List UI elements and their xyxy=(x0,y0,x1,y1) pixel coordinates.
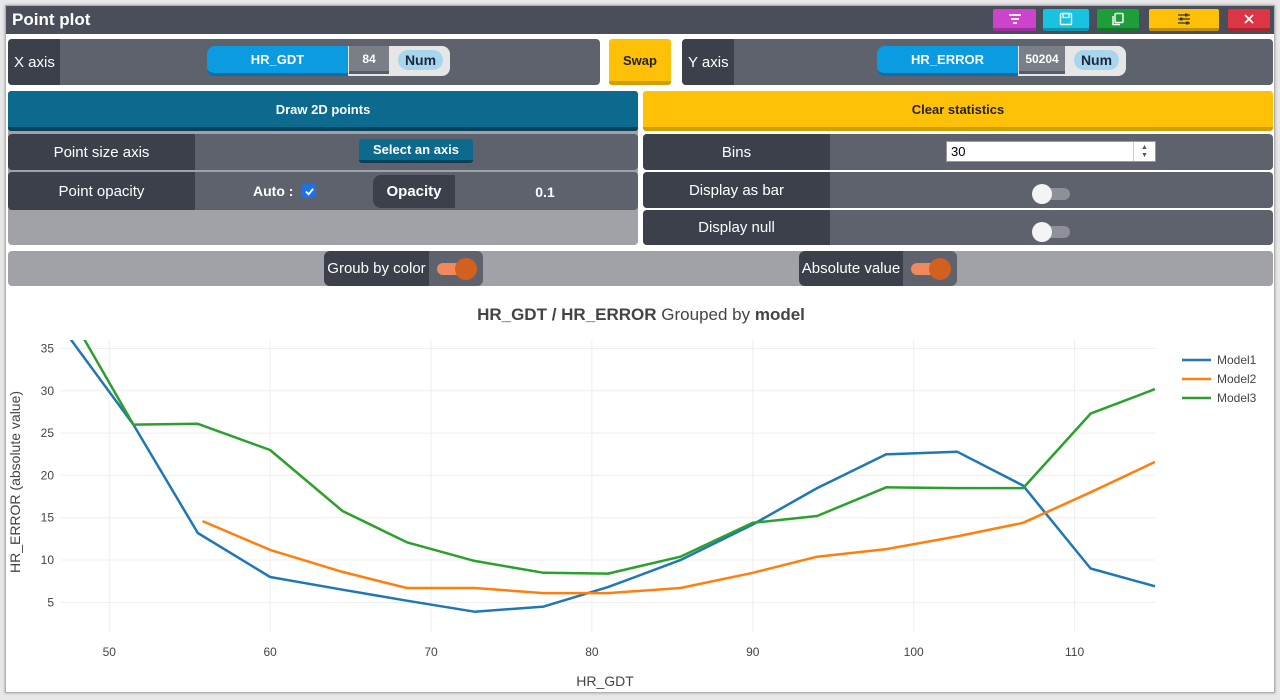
y-tick-label: 35 xyxy=(41,341,55,355)
absolute-value-label: Absolute value xyxy=(799,251,903,286)
y-tick-label: 20 xyxy=(41,468,55,482)
chart-legend[interactable]: Model1 Model2 Model3 xyxy=(1182,353,1257,405)
x-axis-type: Num xyxy=(398,50,443,70)
display-bar-label: Display as bar xyxy=(643,172,830,208)
x-tick-label: 50 xyxy=(103,645,117,659)
swap-button[interactable]: Swap xyxy=(609,39,671,85)
legend-item[interactable]: Model1 xyxy=(1217,353,1257,367)
window-title: Point plot xyxy=(12,10,91,29)
select-axis-button[interactable]: Select an axis xyxy=(359,139,473,163)
group-toggle-knob xyxy=(455,258,477,280)
chart-title-x: HR_GDT xyxy=(477,305,548,324)
chart-title: HR_GDT / HR_ERROR Grouped by model xyxy=(477,305,805,324)
x-axis-field[interactable]: HR_GDT xyxy=(207,46,348,76)
save-button[interactable] xyxy=(1043,9,1089,31)
display-null-knob xyxy=(1032,222,1052,242)
copy-icon xyxy=(1112,12,1124,25)
y-axis-type: Num xyxy=(1074,50,1119,70)
point-plot-window: Point plot X axis HR_GDT 84 Num Swap Y a… xyxy=(5,5,1275,693)
y-axis-count: 50204 xyxy=(1019,46,1065,74)
x-tick-label: 100 xyxy=(904,645,924,659)
y-tick-label: 30 xyxy=(41,384,55,398)
draw-2d-points-button[interactable]: Draw 2D points xyxy=(8,91,638,131)
point-opacity-label: Point opacity xyxy=(8,172,195,210)
x-axis-label: X axis xyxy=(8,39,60,85)
controls-panel: X axis HR_GDT 84 Num Swap Y axis HR_ERRO… xyxy=(6,34,1274,292)
y-axis-field[interactable]: HR_ERROR xyxy=(877,46,1018,76)
x-tick-label: 90 xyxy=(746,645,760,659)
bins-input[interactable]: 30 ▲ ▼ xyxy=(946,141,1156,162)
absolute-toggle-knob xyxy=(929,258,951,280)
chart-title-sep: / xyxy=(547,305,561,324)
filter-icon xyxy=(1008,13,1021,24)
x-axis-count: 84 xyxy=(349,46,389,74)
y-axis-label: Y axis xyxy=(682,39,734,85)
save-icon xyxy=(1059,12,1073,25)
x-tick-label: 70 xyxy=(424,645,438,659)
x-axis-title: HR_GDT xyxy=(576,673,634,689)
display-null-toggle[interactable] xyxy=(1032,222,1072,242)
group-by-color-toggle[interactable] xyxy=(437,258,479,280)
sliders-icon xyxy=(1178,13,1190,24)
x-tick-label: 60 xyxy=(263,645,277,659)
display-null-label: Display null xyxy=(643,210,830,245)
y-tick-label: 5 xyxy=(47,595,54,609)
bins-value: 30 xyxy=(951,144,966,159)
chart-title-grouped: Grouped by xyxy=(657,305,755,324)
point-size-label: Point size axis xyxy=(8,134,195,170)
opacity-label: Opacity xyxy=(373,175,455,208)
settings-button[interactable] xyxy=(1149,9,1219,31)
y-axis-title: HR_ERROR (absolute value) xyxy=(7,391,23,573)
display-bar-toggle[interactable] xyxy=(1032,184,1072,204)
bins-stepper[interactable]: ▲ ▼ xyxy=(1133,142,1155,161)
chart-series xyxy=(37,293,1155,613)
checkmark-icon xyxy=(304,187,314,196)
chart-title-group-field: model xyxy=(755,305,805,324)
legend-item[interactable]: Model2 xyxy=(1217,372,1257,386)
legend-item[interactable]: Model3 xyxy=(1217,391,1257,405)
x-tick-label: 80 xyxy=(585,645,599,659)
absolute-value-toggle[interactable] xyxy=(911,258,953,280)
filter-button[interactable] xyxy=(993,9,1036,31)
chart-title-y: HR_ERROR xyxy=(561,305,656,324)
y-tick-label: 10 xyxy=(41,553,55,567)
auto-checkbox[interactable] xyxy=(302,184,316,198)
auto-label: Auto : xyxy=(253,183,294,199)
clear-statistics-button[interactable]: Clear statistics xyxy=(643,91,1273,131)
chart-area: HR_GDT / HR_ERROR Grouped by model 50 60 7… xyxy=(6,292,1275,693)
close-button[interactable] xyxy=(1228,9,1270,31)
y-tick-label: 25 xyxy=(41,426,55,440)
bins-label: Bins xyxy=(643,134,830,170)
opacity-value[interactable]: 0.1 xyxy=(455,175,635,208)
y-tick-label: 15 xyxy=(41,511,55,525)
display-bar-knob xyxy=(1032,184,1052,204)
line-chart[interactable]: HR_GDT / HR_ERROR Grouped by model 50 60 7… xyxy=(6,292,1275,693)
x-tick-label: 110 xyxy=(1065,645,1084,659)
toggles-row xyxy=(8,251,1273,286)
chart-ticks: 50 60 70 80 90 100 110 5 10 15 20 25 30 35 xyxy=(41,341,1085,659)
close-icon xyxy=(1244,13,1254,24)
series-line-model2[interactable] xyxy=(202,460,1155,595)
title-bar[interactable]: Point plot xyxy=(6,6,1274,34)
group-by-color-label: Groub by color xyxy=(324,251,429,286)
series-line-model1[interactable] xyxy=(37,293,1155,613)
copy-button[interactable] xyxy=(1097,9,1139,31)
